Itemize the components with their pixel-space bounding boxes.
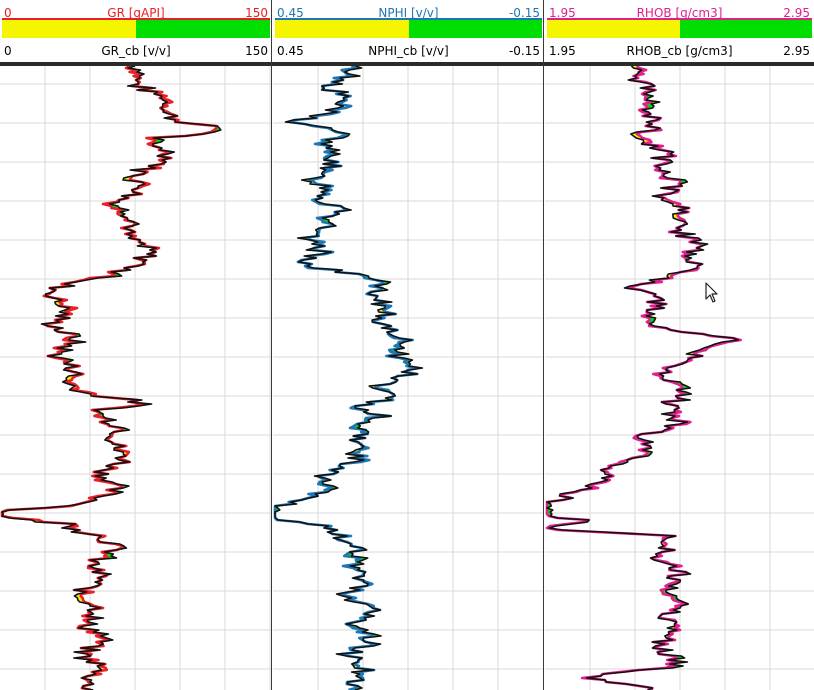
nphi-cb-scale-max: -0.15 (508, 44, 540, 58)
corrected-log-curve[interactable] (546, 66, 739, 690)
gr-fill-high-swatch (136, 20, 270, 38)
gr-fill-legend (2, 20, 270, 38)
corrected-log-curve[interactable] (1, 66, 222, 690)
gr-log-track[interactable] (0, 66, 271, 690)
nphi-fill-legend (275, 20, 542, 38)
nphi-cb-curve-label: NPHI_cb [v/v] (368, 44, 449, 58)
nphi-fill-low-swatch (275, 20, 409, 38)
raw-log-curve[interactable] (545, 66, 742, 690)
rhob-fill-legend (547, 20, 812, 38)
nphi-cb-curve-header[interactable]: 0.45 NPHI_cb [v/v] -0.15 (273, 44, 544, 58)
rhob-log-track[interactable] (545, 66, 814, 690)
track-divider[interactable] (543, 0, 544, 690)
rhob-cb-scale-max: 2.95 (783, 44, 810, 58)
raw-log-curve[interactable] (0, 66, 218, 690)
gr-fill-low-swatch (2, 20, 136, 38)
rhob-cb-curve-header[interactable]: 1.95 RHOB_cb [g/cm3] 2.95 (545, 44, 814, 58)
track-header-panel: 0 GR [gAPI] 150 0 GR_cb [v/v] 150 0.45 N… (0, 0, 814, 62)
mouse-pointer-icon (705, 282, 719, 308)
nphi-log-track[interactable] (273, 66, 543, 690)
rhob-track-header[interactable]: 1.95 RHOB [g/cm3] 2.95 1.95 RHOB_cb [g/c… (545, 0, 814, 62)
gr-cb-curve-label: GR_cb [v/v] (101, 44, 171, 58)
nphi-fill-high-swatch (408, 20, 542, 38)
rhob-cb-curve-label: RHOB_cb [g/cm3] (626, 44, 733, 58)
rhob-fill-low-swatch (547, 20, 680, 38)
nphi-track-header[interactable]: 0.45 NPHI [v/v] -0.15 0.45 NPHI_cb [v/v]… (273, 0, 544, 62)
gr-cb-scale-max: 150 (245, 44, 268, 58)
gr-cb-curve-header[interactable]: 0 GR_cb [v/v] 150 (0, 44, 272, 58)
rhob-fill-high-swatch (679, 20, 812, 38)
gr-track-header[interactable]: 0 GR [gAPI] 150 0 GR_cb [v/v] 150 (0, 0, 272, 62)
track-divider[interactable] (271, 0, 272, 690)
